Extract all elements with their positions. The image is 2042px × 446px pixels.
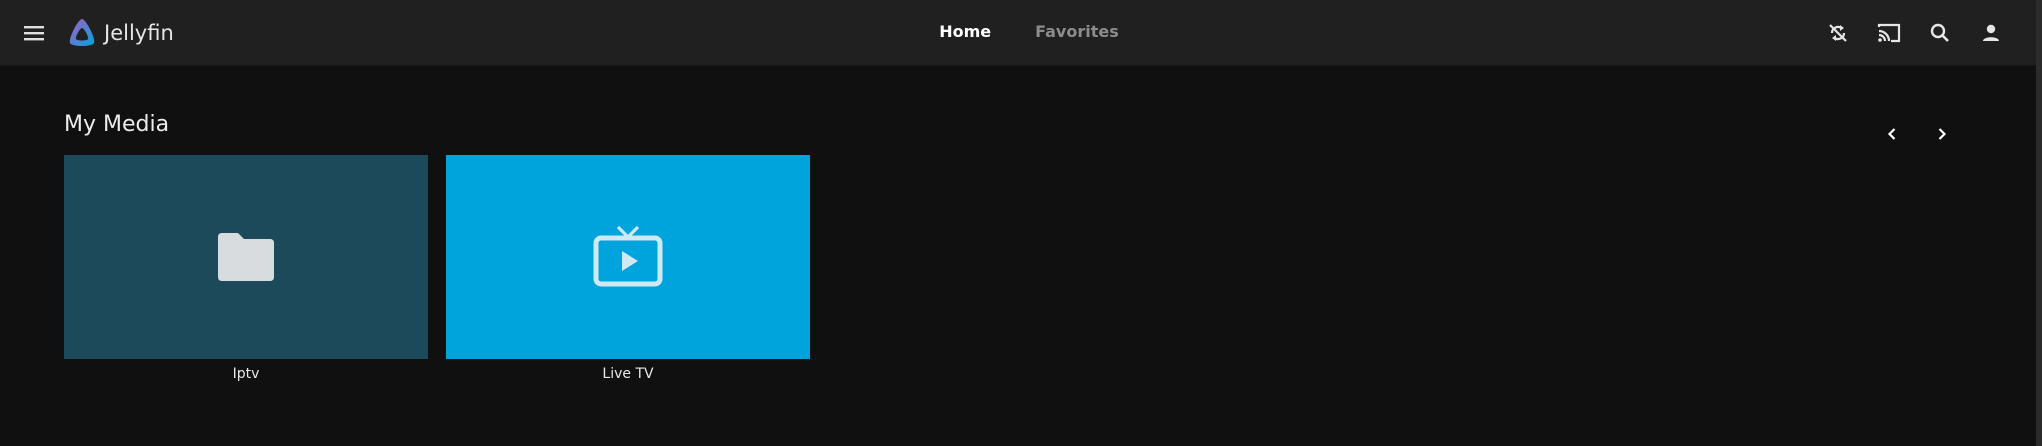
cast-icon[interactable] (1874, 18, 1904, 48)
chevron-right-icon (1938, 128, 1947, 140)
scroll-left-button[interactable] (1878, 120, 1906, 148)
page-scrollbar[interactable] (2036, 0, 2042, 446)
media-thumbnail[interactable] (64, 155, 428, 359)
header-actions (1823, 18, 2006, 48)
chevron-left-icon (1887, 128, 1896, 140)
top-header: Jellyfin Home Favorites (0, 0, 2036, 66)
search-icon[interactable] (1925, 18, 1955, 48)
sync-disabled-icon[interactable] (1823, 18, 1853, 48)
section-title: My Media (64, 112, 170, 137)
media-card-live-tv[interactable]: Live TV (446, 155, 810, 382)
media-card-iptv[interactable]: Iptv (64, 155, 428, 382)
main-nav-tabs: Home Favorites (0, 22, 2036, 41)
media-thumbnail[interactable] (446, 155, 810, 359)
media-card-label[interactable]: Iptv (64, 366, 428, 382)
tab-home[interactable]: Home (939, 22, 991, 41)
live-tv-icon (593, 225, 663, 287)
user-icon[interactable] (1976, 18, 2006, 48)
folder-icon (218, 233, 274, 281)
scroll-right-button[interactable] (1928, 120, 1956, 148)
tab-favorites[interactable]: Favorites (1035, 22, 1119, 41)
media-card-label[interactable]: Live TV (446, 366, 810, 382)
